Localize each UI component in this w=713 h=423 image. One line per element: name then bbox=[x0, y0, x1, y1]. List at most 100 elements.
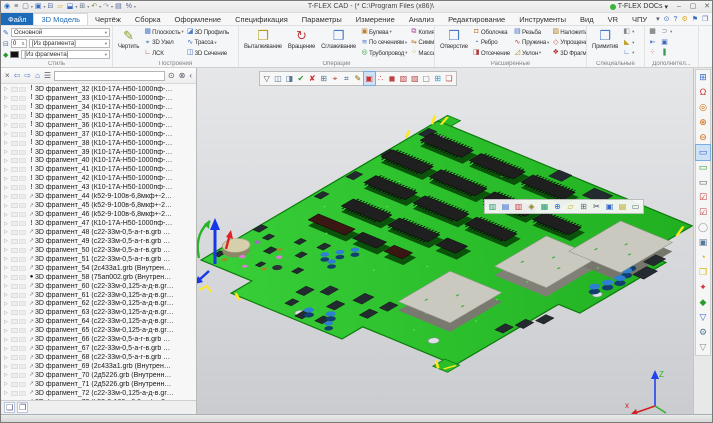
grid-icon[interactable]: ⊞ bbox=[318, 72, 329, 85]
visibility-icon[interactable] bbox=[11, 310, 18, 315]
window-icon[interactable]: ⊟ bbox=[46, 2, 54, 12]
visibility-icon[interactable] bbox=[11, 382, 18, 387]
tree-row[interactable]: ▷ 3D фрагмент_62 (с22-33м-0,125-а-д-в.gr… bbox=[1, 300, 196, 309]
plane-button[interactable]: ▦ Плоскость ▾ bbox=[143, 27, 184, 38]
check-faces-icon[interactable]: ☑ bbox=[696, 190, 710, 205]
preview-icon[interactable]: ▤ bbox=[114, 2, 123, 12]
tree-row[interactable]: ▷ 3D фрагмент_33 (К10-17А-Н50-1000пф-… bbox=[1, 94, 196, 103]
hole-button[interactable]: ❒ Отверстие bbox=[437, 27, 471, 51]
expand-arrow-icon[interactable]: ▷ bbox=[4, 337, 11, 343]
visibility-icon[interactable] bbox=[11, 373, 18, 378]
matrix-button[interactable]: ▦ bbox=[648, 27, 658, 38]
tree-row[interactable]: ▷ 3D фрагмент_41 (К10-17А-Н50-1000пф-… bbox=[1, 165, 196, 174]
tray-blue-icon[interactable]: ▽ bbox=[696, 310, 710, 325]
tree-row[interactable]: ▷ 3D фрагмент_47 (К10-17А-Н50-1000пф-… bbox=[1, 219, 196, 228]
expand-arrow-icon[interactable]: ▷ bbox=[4, 292, 11, 298]
tree-row[interactable]: ▷ 3D фрагмент_38 (К10-17А-Н50-1000пф-… bbox=[1, 139, 196, 148]
expand-arrow-icon[interactable]: ▷ bbox=[4, 95, 11, 101]
tree-row[interactable]: ▷ 3D фрагмент_71 (2д5226.grb (Внутренн… bbox=[1, 380, 196, 389]
open-folder-icon[interactable]: ▱ bbox=[56, 2, 63, 12]
style-select[interactable]: Основной ▾ bbox=[11, 28, 110, 37]
frame-image-icon[interactable]: ▣ bbox=[603, 200, 616, 213]
tree-row[interactable]: ▷ 3D фрагмент_43 (К10-17А-Н50-1000пф-… bbox=[1, 183, 196, 192]
back-icon[interactable]: ⇦ bbox=[12, 69, 23, 83]
tray-gray-icon[interactable]: ▽ bbox=[696, 340, 710, 355]
measure-dark-icon[interactable]: ▭ bbox=[696, 175, 710, 190]
apply-material-button[interactable]: ▨ Наложить материал bbox=[551, 27, 587, 38]
expand-arrow-icon[interactable]: ▷ bbox=[4, 194, 11, 200]
expand-arrow-icon[interactable]: ▷ bbox=[4, 158, 11, 164]
visibility-icon[interactable] bbox=[11, 141, 18, 146]
wedge-button[interactable]: ◣ ▾ bbox=[622, 38, 634, 49]
color-source-select[interactable]: [Из фрагмента] ▾ bbox=[21, 50, 110, 59]
rib-button[interactable]: ◔ Ребро bbox=[472, 38, 511, 49]
expand-arrow-icon[interactable]: ▷ bbox=[4, 319, 11, 325]
collapse-icon[interactable]: ‹ bbox=[187, 69, 194, 83]
expand-arrow-icon[interactable]: ▷ bbox=[4, 346, 11, 352]
expand-arrow-icon[interactable]: ▷ bbox=[4, 167, 11, 173]
expand-arrow-icon[interactable]: ▷ bbox=[4, 229, 11, 235]
tree-row[interactable]: ▷ 3D фрагмент_69 (2с433а1.grb (Внутрен… bbox=[1, 362, 196, 371]
trim-button[interactable]: ◨ Отсечение bbox=[472, 48, 511, 59]
qat-caret-icon[interactable]: ▾ bbox=[111, 4, 113, 9]
expand-arrow-icon[interactable]: ▷ bbox=[4, 86, 11, 92]
ribbon-tab[interactable]: Оформление bbox=[168, 13, 229, 25]
tree-row[interactable]: ▷ 3D фрагмент_32 (К10-17А-Н50-1000пф-… bbox=[1, 85, 196, 94]
visibility-icon[interactable] bbox=[11, 114, 18, 119]
sphere-icon[interactable]: ◯ bbox=[696, 220, 710, 235]
minimize-button[interactable]: – bbox=[672, 1, 686, 12]
visibility-icon[interactable] bbox=[11, 176, 18, 181]
expand-arrow-icon[interactable]: ▷ bbox=[4, 256, 11, 262]
scale-icon[interactable]: % bbox=[125, 2, 133, 12]
search-icon[interactable]: ⊙ bbox=[166, 69, 177, 83]
visibility-icon[interactable] bbox=[11, 257, 18, 262]
tree-row[interactable]: ▷ 3D фрагмент_51 (с22-33м-0,5-а-г-в.grb … bbox=[1, 255, 196, 264]
copy-button[interactable]: ⧉ Копия bbox=[409, 27, 435, 38]
visibility-icon[interactable] bbox=[11, 212, 18, 217]
cancel-check-icon[interactable]: ✘ bbox=[307, 72, 318, 85]
expand-arrow-icon[interactable]: ▷ bbox=[4, 104, 11, 110]
pipe-button[interactable]: ◎ Трубопровод ▾ bbox=[360, 48, 407, 59]
visibility-icon[interactable] bbox=[11, 239, 18, 244]
save-icon[interactable]: ⬓ bbox=[66, 2, 75, 12]
doc-edit-icon[interactable]: ▤ bbox=[499, 200, 512, 213]
open-document-icon[interactable]: ▣ bbox=[34, 2, 43, 12]
3d-section-button[interactable]: ◫ 3D Сечение bbox=[186, 48, 230, 59]
visibility-icon[interactable] bbox=[11, 337, 18, 342]
ribbon-tab[interactable]: Анализ bbox=[402, 13, 441, 25]
node-red-icon[interactable]: ✦ bbox=[696, 280, 710, 295]
expand-arrow-icon[interactable]: ▷ bbox=[4, 221, 11, 227]
bracket-button[interactable]: ❚ bbox=[660, 48, 672, 59]
expand-arrow-icon[interactable]: ▷ bbox=[4, 274, 11, 280]
visibility-icon[interactable] bbox=[11, 248, 18, 253]
3d-node-button[interactable]: ⌖ 3D Узел bbox=[143, 38, 184, 49]
visibility-icon[interactable] bbox=[11, 158, 18, 163]
sheet-metal-button[interactable]: ◧ ▾ bbox=[622, 27, 634, 38]
expand-arrow-icon[interactable]: ▷ bbox=[4, 283, 11, 289]
outline-box-icon[interactable]: ▢ bbox=[420, 72, 431, 85]
visibility-icon[interactable] bbox=[11, 221, 18, 226]
expand-arrow-icon[interactable]: ▷ bbox=[4, 355, 11, 361]
orientation-icon[interactable]: ⊕ bbox=[551, 200, 564, 213]
layout-icon[interactable]: ❐ bbox=[700, 15, 710, 23]
level-stepper[interactable]: 0⇅ bbox=[11, 39, 27, 48]
tree-row[interactable]: ▷ 3D фрагмент_50 (с22-33м-0,5-а-г-в.grb … bbox=[1, 246, 196, 255]
cut-tool-icon[interactable]: ✂ bbox=[590, 200, 603, 213]
close-button[interactable]: ✕ bbox=[700, 1, 713, 12]
zoom-in-icon[interactable]: ⊕ bbox=[696, 115, 710, 130]
symmetry-button[interactable]: ⇋ Симметрия bbox=[409, 38, 435, 49]
zoom-out-icon[interactable]: ⊖ bbox=[696, 130, 710, 145]
draw-button[interactable]: ✎ Чертить bbox=[115, 27, 142, 51]
tree-row[interactable]: ▷ 3D фрагмент_42 (К10-17А-Н50-1000пф-… bbox=[1, 174, 196, 183]
ribbon-tab[interactable]: Чертёж bbox=[88, 13, 128, 25]
measure-green-icon[interactable]: ▭ bbox=[696, 160, 710, 175]
menu-icon[interactable]: ≡ bbox=[13, 2, 19, 12]
expand-arrow-icon[interactable]: ▷ bbox=[4, 381, 11, 387]
expand-arrow-icon[interactable]: ▷ bbox=[4, 310, 11, 316]
qat-caret-icon[interactable]: ▾ bbox=[43, 4, 45, 9]
expand-arrow-icon[interactable]: ▷ bbox=[4, 149, 11, 155]
expand-arrow-icon[interactable]: ▷ bbox=[4, 364, 11, 370]
panel-tab-windows[interactable]: ❐ bbox=[17, 402, 28, 413]
tree-row[interactable]: ▷ 3D фрагмент_35 (К10-17А-Н50-1000пф-… bbox=[1, 112, 196, 121]
visibility-icon[interactable] bbox=[11, 275, 18, 280]
